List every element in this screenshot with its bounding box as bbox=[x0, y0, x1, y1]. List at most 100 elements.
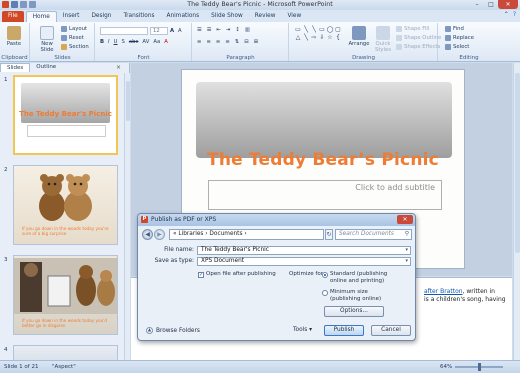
standard-radio[interactable] bbox=[322, 272, 328, 278]
tab-animations[interactable]: Animations bbox=[161, 11, 206, 22]
rectangle-shape-icon[interactable]: ▭ bbox=[318, 26, 326, 34]
notes-link[interactable]: after Bratton bbox=[424, 288, 463, 295]
reset-button[interactable]: Reset bbox=[61, 35, 84, 41]
arrow-shape-icon[interactable]: ⇩ bbox=[318, 34, 326, 42]
chevron-down-icon[interactable]: ▾ bbox=[405, 247, 408, 254]
bold-icon[interactable]: B bbox=[100, 39, 104, 45]
shape-outline-button[interactable]: Shape Outline bbox=[396, 35, 441, 41]
save-type-select[interactable]: XPS Document ▾ bbox=[197, 257, 411, 266]
slide-thumbnail-4[interactable] bbox=[13, 345, 118, 360]
strikethrough-icon[interactable]: abc bbox=[129, 39, 139, 45]
change-case-icon[interactable]: Aa bbox=[153, 39, 160, 45]
select-button[interactable]: Select bbox=[445, 44, 469, 50]
triangle-shape-icon[interactable]: △ bbox=[294, 34, 302, 42]
replace-button[interactable]: Replace bbox=[445, 35, 474, 41]
line-spacing-icon[interactable]: ↕ bbox=[235, 27, 239, 33]
chevron-down-icon[interactable]: ▾ bbox=[405, 258, 408, 265]
tab-home[interactable]: Home bbox=[25, 11, 57, 22]
align-right-icon[interactable]: ≡ bbox=[216, 39, 220, 45]
decrease-indent-icon[interactable]: ⇤ bbox=[217, 27, 221, 33]
slides-label: Slides bbox=[54, 55, 71, 61]
file-name-field[interactable]: The Teddy Bear's Picnic ▾ bbox=[197, 246, 411, 255]
minimize-button[interactable]: – bbox=[470, 0, 484, 9]
open-after-checkbox[interactable]: ✓ bbox=[198, 272, 204, 278]
font-color-icon[interactable]: A bbox=[164, 39, 168, 45]
line-shape-icon[interactable]: ╲ bbox=[302, 26, 310, 34]
tab-review[interactable]: Review bbox=[249, 11, 282, 22]
align-left-icon[interactable]: ≡ bbox=[197, 39, 201, 45]
star-shape-icon[interactable]: ☆ bbox=[326, 34, 334, 42]
text-direction-icon[interactable]: ⇅ bbox=[235, 39, 239, 45]
minimize-ribbon-icon[interactable]: ⌃ bbox=[504, 11, 509, 18]
tab-design[interactable]: Design bbox=[85, 11, 117, 22]
line-shape-icon[interactable]: ╲ bbox=[310, 26, 318, 34]
refresh-icon[interactable]: ↻ bbox=[325, 229, 333, 240]
increase-indent-icon[interactable]: ⇥ bbox=[226, 27, 230, 33]
rounded-rect-shape-icon[interactable]: ▢ bbox=[334, 26, 342, 34]
tab-outline[interactable]: Outline bbox=[30, 63, 62, 72]
align-text-icon[interactable]: ⊟ bbox=[244, 39, 248, 45]
shadow-icon[interactable]: S bbox=[122, 39, 125, 45]
justify-icon[interactable]: ≡ bbox=[225, 39, 229, 45]
back-icon[interactable]: ◀ bbox=[142, 229, 153, 240]
textbox-shape-icon[interactable]: ▭ bbox=[294, 26, 302, 34]
shape-fill-button[interactable]: Shape Fill bbox=[396, 26, 429, 32]
tab-slides[interactable]: Slides bbox=[0, 63, 31, 72]
maximize-button[interactable]: □ bbox=[484, 0, 498, 9]
shape-effects-button[interactable]: Shape Effects bbox=[396, 44, 440, 50]
font-family-dropdown[interactable] bbox=[100, 27, 148, 35]
forward-icon[interactable]: ▶ bbox=[154, 229, 165, 240]
grow-font-icon[interactable]: A bbox=[170, 28, 174, 34]
italic-icon[interactable]: I bbox=[108, 39, 110, 45]
help-icon[interactable]: ? bbox=[513, 11, 516, 18]
char-spacing-icon[interactable]: AV bbox=[142, 39, 149, 45]
zoom-slider-handle[interactable] bbox=[478, 363, 481, 371]
close-pane-icon[interactable]: × bbox=[116, 64, 121, 71]
section-button[interactable]: Section bbox=[61, 44, 89, 50]
slide-thumbnail-3[interactable]: If you go down in the woods today you'd … bbox=[13, 255, 118, 335]
dialog-close-button[interactable]: ✕ bbox=[397, 215, 413, 224]
numbering-icon[interactable]: ☰ bbox=[207, 27, 212, 33]
arrow-shape-icon[interactable]: ⇨ bbox=[310, 34, 318, 42]
quick-styles-button[interactable]: Quick Styles bbox=[372, 26, 394, 53]
slides-pane-scrollbar[interactable] bbox=[124, 73, 130, 360]
arrange-button[interactable]: Arrange bbox=[348, 26, 370, 47]
tab-transitions[interactable]: Transitions bbox=[117, 11, 160, 22]
smartart-icon[interactable]: ⊞ bbox=[254, 39, 258, 45]
tab-file[interactable]: File bbox=[2, 11, 24, 22]
vertical-scrollbar[interactable] bbox=[513, 63, 520, 360]
search-input[interactable]: Search Documents ⚲ bbox=[335, 229, 412, 240]
minimum-size-radio[interactable] bbox=[322, 290, 328, 296]
tab-view[interactable]: View bbox=[281, 11, 307, 22]
address-bar[interactable]: « Libraries › Documents › bbox=[169, 229, 324, 240]
brace-shape-icon[interactable]: { bbox=[334, 34, 342, 42]
font-size-dropdown[interactable]: 12 bbox=[150, 27, 168, 35]
oval-shape-icon[interactable]: ◯ bbox=[326, 26, 334, 34]
layout-button[interactable]: Layout bbox=[61, 26, 87, 32]
cancel-button[interactable]: Cancel bbox=[371, 325, 411, 336]
browse-folders-toggle[interactable]: ▲ Browse Folders bbox=[146, 327, 200, 334]
options-button[interactable]: Options... bbox=[324, 306, 384, 317]
publish-button[interactable]: Publish bbox=[324, 325, 364, 336]
align-center-icon[interactable]: ≡ bbox=[206, 39, 210, 45]
tab-insert[interactable]: Insert bbox=[57, 11, 86, 22]
columns-icon[interactable]: ▥ bbox=[245, 27, 250, 33]
slide-title[interactable]: The Teddy Bear’s Picnic bbox=[182, 150, 464, 170]
tools-dropdown[interactable]: Tools ▾ bbox=[293, 327, 312, 333]
underline-icon[interactable]: U bbox=[114, 39, 118, 45]
slide-thumbnail-2[interactable]: If you go down in the woods today you're… bbox=[13, 165, 118, 245]
slide-thumbnail-1[interactable]: The Teddy Bear's Picnic bbox=[13, 75, 118, 155]
shrink-font-icon[interactable]: A bbox=[178, 28, 182, 34]
title-bar: The Teddy Bear's Picnic - Microsoft Powe… bbox=[0, 0, 520, 10]
find-button[interactable]: Find bbox=[445, 26, 464, 32]
zoom-level[interactable]: 64% bbox=[440, 361, 452, 373]
shapes-gallery[interactable]: ▭ ╲ ╲ ▭ ◯ ▢ △ ╲ ⇨ ⇩ ☆ { bbox=[294, 26, 344, 50]
line-shape-icon[interactable]: ╲ bbox=[302, 34, 310, 42]
paste-button[interactable]: Paste bbox=[3, 26, 25, 47]
tab-slide-show[interactable]: Slide Show bbox=[205, 11, 249, 22]
new-slide-button[interactable]: New Slide bbox=[35, 26, 59, 53]
layout-icon bbox=[61, 26, 67, 32]
bullets-icon[interactable]: ☰ bbox=[197, 27, 202, 33]
subtitle-placeholder[interactable]: Click to add subtitle bbox=[208, 180, 442, 210]
close-button[interactable]: ✕ bbox=[498, 0, 518, 9]
